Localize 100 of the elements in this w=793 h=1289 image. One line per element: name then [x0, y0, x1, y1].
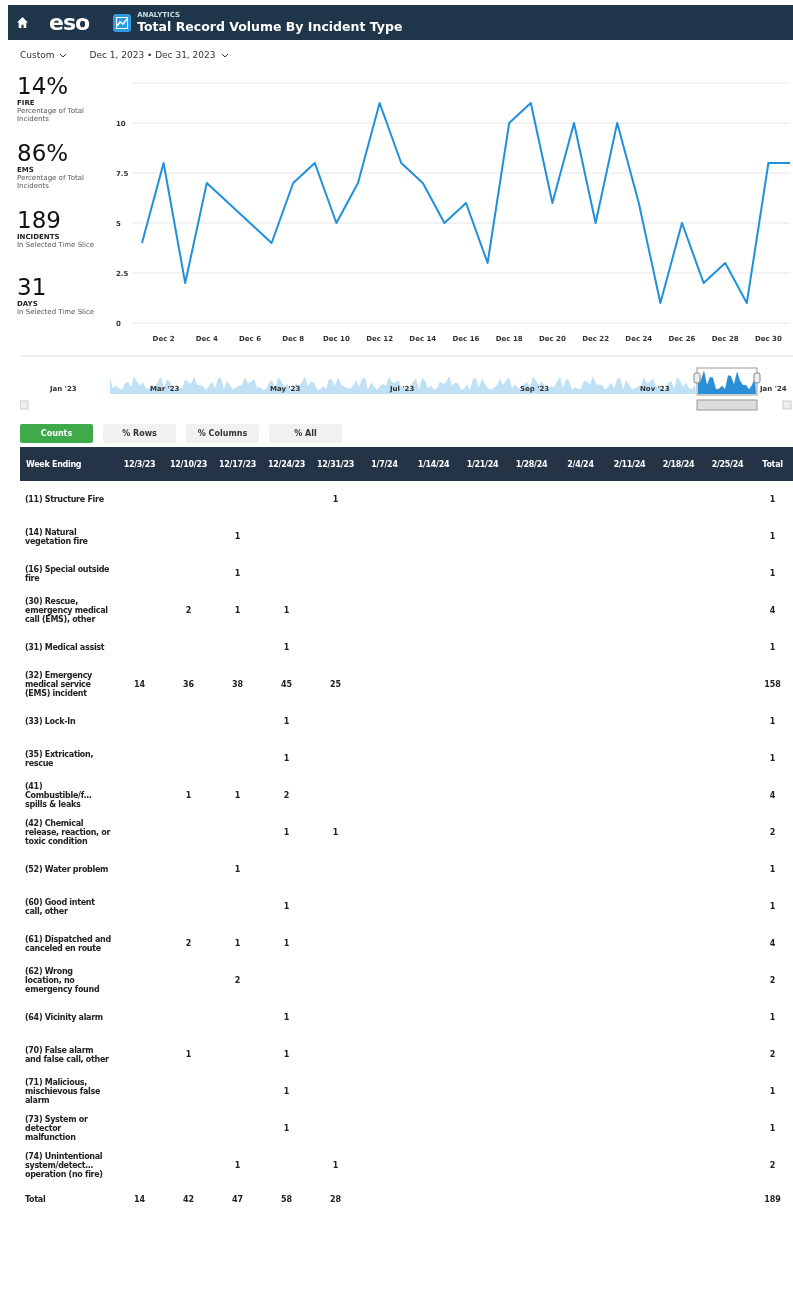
table-cell: 2	[769, 828, 776, 837]
table-cell: 1	[769, 865, 776, 874]
table-cell: 1	[234, 569, 241, 578]
view-toggle-button[interactable]: % Rows	[103, 424, 176, 443]
table-cell: 2	[234, 976, 241, 985]
table-cell: 1	[283, 754, 290, 763]
column-header[interactable]: 12/31/23	[311, 459, 360, 469]
table-cell: 1	[185, 791, 192, 800]
column-header[interactable]: Week Ending	[20, 459, 115, 469]
column-header[interactable]: 12/3/23	[115, 459, 164, 469]
home-icon[interactable]	[16, 16, 29, 29]
scrollbar-thumb[interactable]	[696, 399, 758, 411]
table-cell: 1	[769, 1124, 776, 1133]
table-cell: 1	[234, 1161, 241, 1170]
column-header[interactable]: 2/25/24	[703, 459, 752, 469]
table-cell: 1	[332, 495, 339, 504]
table-cell: 1	[332, 1161, 339, 1170]
table-cell: 1	[769, 532, 776, 541]
table-cell: 4	[769, 939, 776, 948]
table-cell: 4	[769, 791, 776, 800]
table-cell: 1	[769, 1087, 776, 1096]
column-header[interactable]: 1/21/24	[458, 459, 507, 469]
row-label: (14) Natural vegetation fire	[25, 527, 88, 546]
range-handle[interactable]	[693, 372, 701, 384]
chevron-icon	[59, 52, 68, 58]
row-label: (42) Chemical release, reaction, or toxic condition	[25, 819, 111, 846]
table-cell: 1	[283, 828, 290, 837]
table-cell: 1	[283, 1013, 290, 1022]
chevron-icon	[220, 52, 229, 58]
table-cell: 1	[769, 495, 776, 504]
column-header[interactable]: 1/7/24	[360, 459, 409, 469]
table-cell: 2	[185, 939, 192, 948]
date-range-dropdown[interactable]: Dec 1, 2023 • Dec 31, 2023	[89, 47, 229, 63]
chart-icon	[113, 13, 132, 32]
table-cell: 25	[329, 680, 342, 689]
stat-value: 14%	[17, 73, 70, 99]
column-header[interactable]: 12/24/23	[262, 459, 311, 469]
row-label: (30) Rescue, emergency medical call (EMS), other	[25, 597, 108, 624]
row-label: (41) Combustible/f… spills & leaks	[25, 782, 92, 809]
table-cell: 45	[280, 680, 293, 689]
table-cell: 38	[231, 680, 244, 689]
range-dropdown[interactable]: Custom	[20, 47, 68, 63]
column-header[interactable]: 2/4/24	[556, 459, 605, 469]
table-cell: 42	[182, 1194, 195, 1204]
table-cell: 158	[764, 680, 781, 689]
table-cell: 1	[283, 1124, 290, 1133]
table-cell: 1	[283, 1050, 290, 1059]
table-cell: 1	[769, 754, 776, 763]
row-label: (60) Good intent call, other	[25, 897, 95, 916]
column-header[interactable]: 2/11/24	[605, 459, 654, 469]
table-cell: 1	[234, 532, 241, 541]
row-label: (70) False alarm and false call, other	[25, 1045, 109, 1064]
table-cell: 28	[329, 1194, 342, 1204]
table-cell: 4	[769, 606, 776, 615]
row-label: (35) Extrication, rescue	[25, 749, 94, 768]
row-label: (11) Structure Fire	[25, 495, 104, 504]
table-cell: 1	[283, 1087, 290, 1096]
table-cell: 1	[185, 1050, 192, 1059]
table-cell: 14	[133, 1194, 146, 1204]
table-cell: 36	[182, 680, 195, 689]
column-header[interactable]: Total	[752, 459, 793, 469]
table-cell: 1	[769, 902, 776, 911]
page-title: Total Record Volume By Incident Type	[137, 19, 403, 34]
view-toggle-button[interactable]: % Columns	[186, 424, 259, 443]
column-header[interactable]: 1/14/24	[409, 459, 458, 469]
row-label: (31) Medical assist	[25, 643, 105, 652]
row-label: (71) Malicious, mischievous false alarm	[25, 1078, 101, 1105]
table-cell: 2	[185, 606, 192, 615]
row-label: (62) Wrong location, no emergency found	[25, 967, 100, 994]
table-cell: 1	[769, 717, 776, 726]
row-label: (73) System or detector malfunction	[25, 1115, 88, 1142]
table-cell: 2	[769, 1050, 776, 1059]
table-cell: 2	[283, 791, 290, 800]
column-header[interactable]: 2/18/24	[654, 459, 703, 469]
column-header[interactable]: 12/17/23	[213, 459, 262, 469]
column-header[interactable]: 12/10/23	[164, 459, 213, 469]
row-label: (64) Vicinity alarm	[25, 1013, 103, 1022]
row-label: (33) Lock-In	[25, 717, 76, 726]
row-label: (74) Unintentional system/detect… operation (no fire)	[25, 1152, 103, 1179]
row-label: Total	[25, 1194, 46, 1204]
table-cell: 58	[280, 1194, 293, 1204]
range-handle[interactable]	[753, 372, 761, 384]
selection-window[interactable]	[696, 367, 758, 396]
table-cell: 1	[234, 865, 241, 874]
row-label: (16) Special outside fire	[25, 564, 110, 583]
table-cell: 2	[769, 976, 776, 985]
table-cell: 2	[769, 1161, 776, 1170]
row-label: (61) Dispatched and canceled en route	[25, 934, 111, 953]
table-cell: 189	[764, 1194, 781, 1204]
view-toggle-button[interactable]: % All	[269, 424, 342, 443]
column-header[interactable]: 1/28/24	[507, 459, 556, 469]
table-cell: 1	[283, 643, 290, 652]
table-cell: 1	[283, 902, 290, 911]
logo[interactable]: eso	[49, 10, 90, 35]
table-cell: 1	[769, 569, 776, 578]
table-cell: 1	[234, 606, 241, 615]
table-cell: 1	[283, 717, 290, 726]
table-cell: 1	[234, 939, 241, 948]
table-cell: 1	[283, 606, 290, 615]
stat-value: 86%	[17, 140, 70, 166]
